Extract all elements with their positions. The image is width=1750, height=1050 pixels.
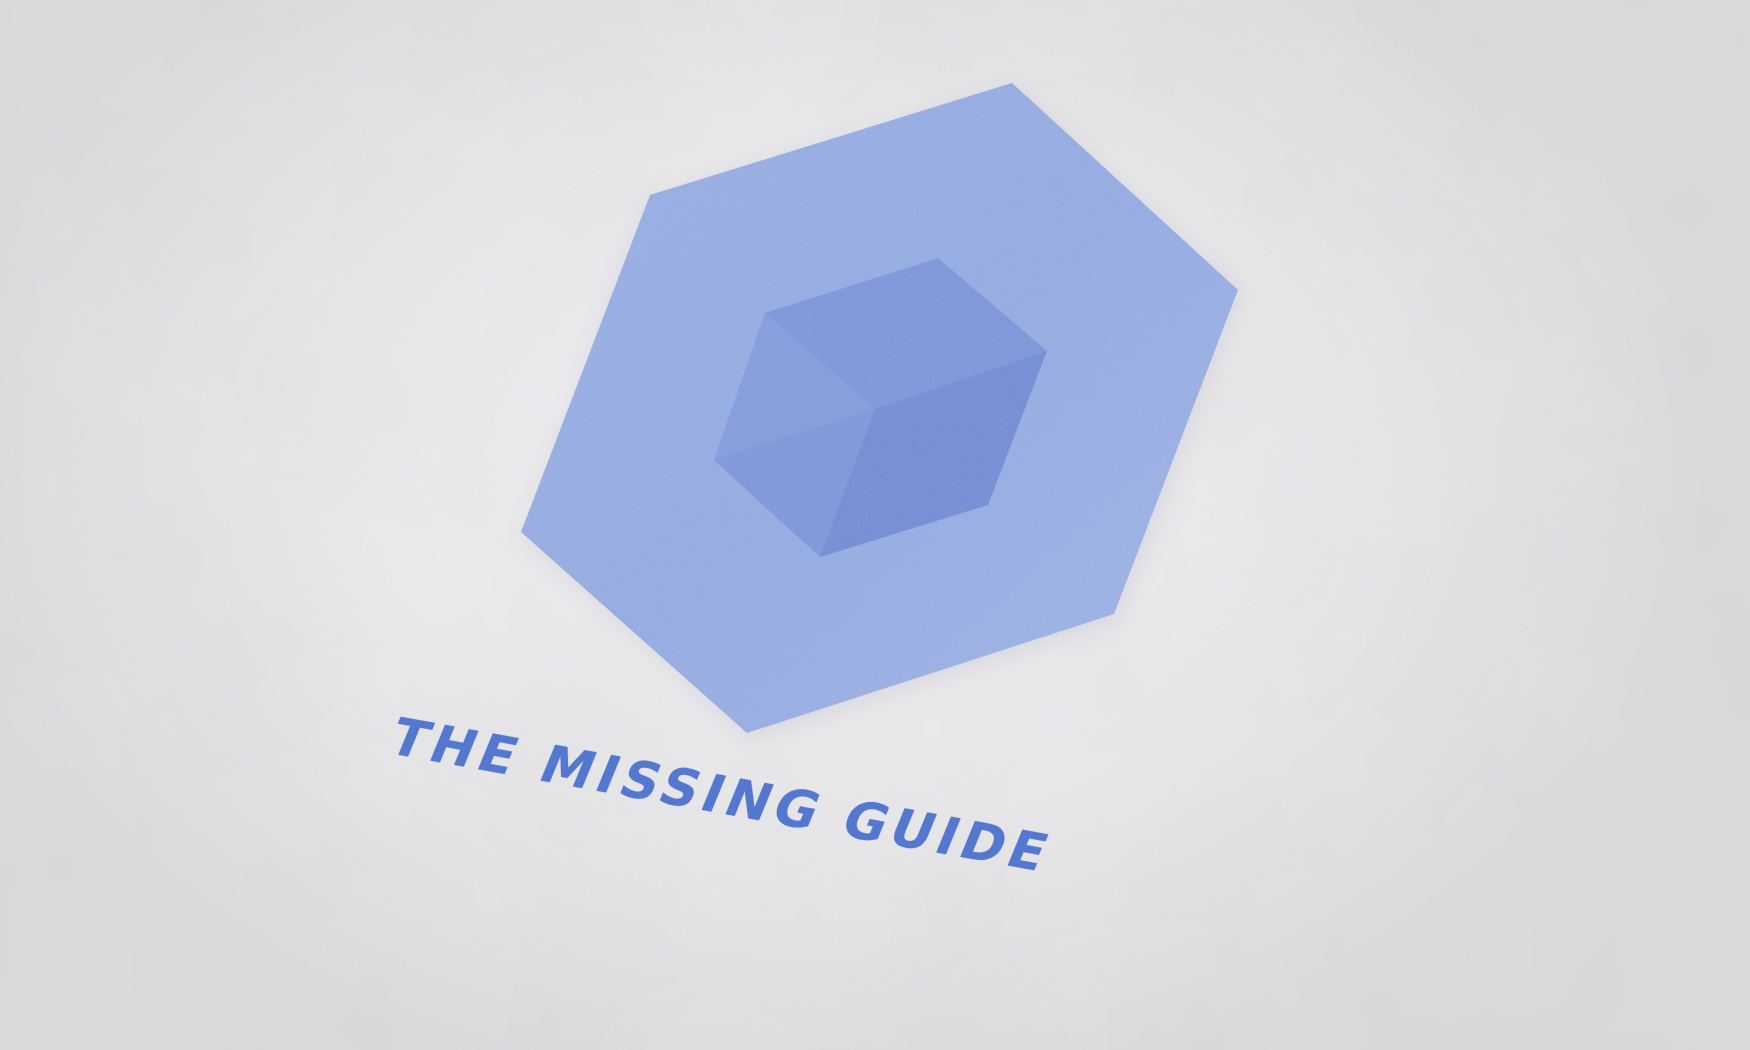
paper-mockup-scene: THE MISSING GUIDE [0,0,1750,1050]
hexagon-cube-icon [521,83,1241,738]
